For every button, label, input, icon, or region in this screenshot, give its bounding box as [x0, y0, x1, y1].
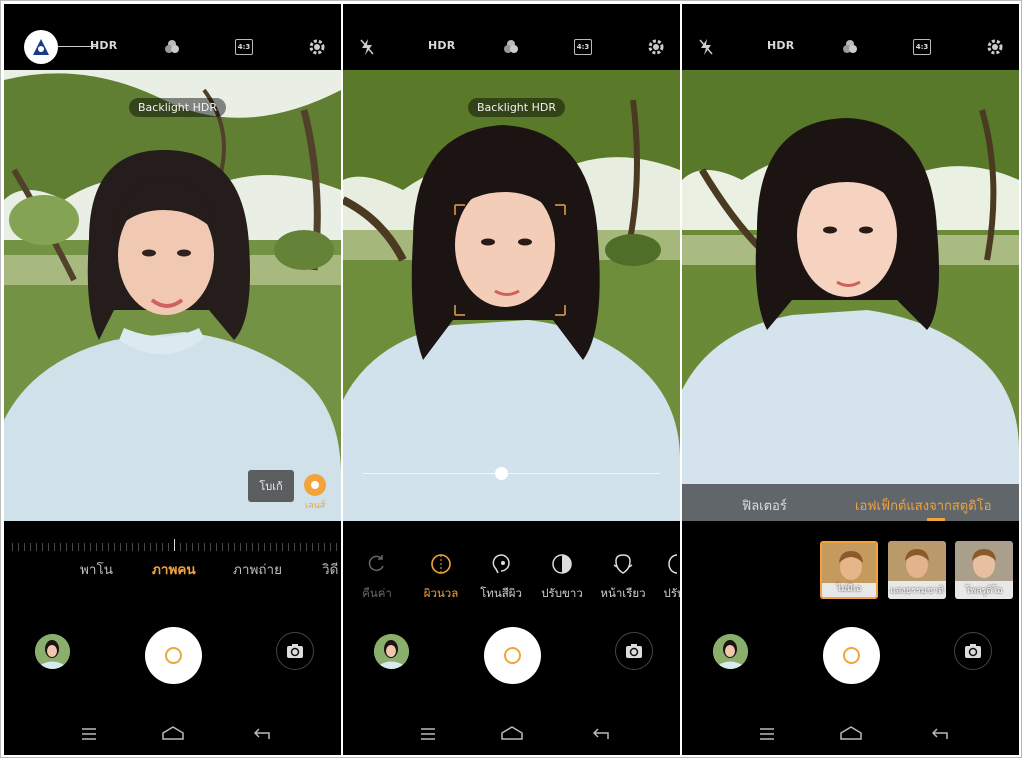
- zoom-ruler-marker: [174, 539, 175, 551]
- beauty-slim-face[interactable]: หน้าเรียว: [595, 551, 651, 603]
- system-nav-bar: [343, 721, 680, 747]
- aspect-ratio-label: 4:3: [235, 39, 253, 55]
- menu-icon[interactable]: [81, 725, 97, 744]
- flash-off-icon[interactable]: [695, 36, 717, 58]
- color-filter-icon[interactable]: [500, 36, 522, 58]
- aspect-ratio-icon[interactable]: 4:3: [572, 36, 594, 58]
- switch-camera-icon[interactable]: [276, 632, 314, 670]
- backlight-hdr-indicator: Backlight HDR: [129, 98, 226, 117]
- filter-thumb-studio-label: โพลรูดิโอ: [965, 586, 1003, 596]
- beauty-smooth-skin[interactable]: ผิวนวล: [413, 551, 469, 603]
- bottom-controls: พาโน ภาพคน ภาพถ่าย วิดี: [4, 521, 341, 755]
- filter-thumb-none-label: ไม่มีเอ: [836, 584, 862, 594]
- gallery-thumbnail[interactable]: [35, 634, 70, 669]
- skin-tone-icon: [473, 551, 529, 577]
- gallery-thumbnail[interactable]: [713, 634, 748, 669]
- filter-thumb-natural-light-label: แสงธรรมชาติ: [890, 586, 944, 596]
- back-icon[interactable]: [253, 725, 270, 744]
- lens-label: เลนส์: [305, 501, 326, 511]
- system-nav-bar: [682, 721, 1019, 747]
- beauty-skin-tone[interactable]: โทนสีผิว: [473, 551, 529, 603]
- camera-preview[interactable]: Backlight HDR โบเก้ เลนส์: [4, 70, 341, 521]
- beauty-skin-tone-label: โทนสีผิว: [480, 586, 522, 600]
- backlight-hdr-indicator: Backlight HDR: [468, 98, 565, 117]
- gear-icon[interactable]: [306, 36, 328, 58]
- shutter-button[interactable]: [823, 627, 880, 684]
- aspect-ratio-icon[interactable]: 4:3: [911, 36, 933, 58]
- color-filter-icon[interactable]: [839, 36, 861, 58]
- beauty-whiten[interactable]: ปรับขาว: [534, 551, 590, 603]
- tab-filters[interactable]: ฟิลเตอร์: [742, 495, 787, 516]
- beauty-slim-face-label: หน้าเรียว: [600, 586, 646, 600]
- menu-icon[interactable]: [759, 725, 775, 744]
- top-toolbar: HDR 4:3: [682, 4, 1019, 70]
- beauty-reshape[interactable]: ปรับรู: [649, 551, 680, 603]
- mode-video[interactable]: วิดี: [322, 558, 338, 580]
- smooth-skin-slider[interactable]: [363, 467, 660, 480]
- shutter-button[interactable]: [145, 627, 202, 684]
- camera-screen-beauty-settings: HDR 4:3 Backlight HDR คืนค่า ผิวนวล โทนส…: [343, 4, 680, 755]
- aspect-ratio-label: 4:3: [913, 39, 931, 55]
- bottom-controls: ไม่มีเอ แสงธรรมชาติ โพลรูดิโอ: [682, 521, 1019, 755]
- beauty-smooth-skin-label: ผิวนวล: [423, 586, 459, 600]
- slim-face-icon: [595, 551, 651, 577]
- color-filter-icon[interactable]: [161, 36, 183, 58]
- bottom-controls: คืนค่า ผิวนวล โทนสีผิว ปรับขาว หน้าเรียว…: [343, 521, 680, 755]
- camera-preview[interactable]: Backlight HDR: [343, 70, 680, 521]
- switch-camera-icon[interactable]: [954, 632, 992, 670]
- filter-thumb-none[interactable]: ไม่มีเอ: [820, 541, 878, 599]
- filter-tab-bar: ฟิลเตอร์ เอฟเฟ็กต์แสงจากสตูดิโอ: [682, 484, 1019, 521]
- shutter-button[interactable]: [484, 627, 541, 684]
- hdr-button[interactable]: HDR: [90, 39, 117, 52]
- beauty-whiten-label: ปรับขาว: [541, 586, 583, 600]
- lens-button[interactable]: [304, 474, 326, 496]
- camera-screen-studio-light-effects: HDR 4:3 ฟิลเตอร์ เอฟเฟ็กต์แสงจากสตูดิโอ …: [682, 4, 1019, 755]
- gear-icon[interactable]: [645, 36, 667, 58]
- tab-studio-light-effects[interactable]: เอฟเฟ็กต์แสงจากสตูดิโอ: [855, 495, 991, 516]
- gear-icon[interactable]: [984, 36, 1006, 58]
- hdr-button[interactable]: HDR: [767, 39, 794, 52]
- top-toolbar: HDR 4:3: [343, 4, 680, 70]
- back-icon[interactable]: [931, 725, 948, 744]
- mode-portrait[interactable]: ภาพคน: [152, 558, 196, 580]
- beauty-reset[interactable]: คืนค่า: [349, 551, 405, 603]
- switch-camera-icon[interactable]: [615, 632, 653, 670]
- app-logo: [24, 30, 58, 64]
- mode-panorama[interactable]: พาโน: [80, 558, 113, 580]
- home-icon[interactable]: [162, 725, 184, 744]
- system-nav-bar: [4, 721, 341, 747]
- portrait-bokeh-button[interactable]: โบเก้: [248, 470, 294, 502]
- whiten-icon: [534, 551, 590, 577]
- filter-thumb-studio[interactable]: โพลรูดิโอ: [955, 541, 1013, 599]
- smooth-skin-icon: [413, 551, 469, 577]
- gallery-thumbnail[interactable]: [374, 634, 409, 669]
- reshape-icon: [649, 551, 680, 577]
- camera-screen-portrait-mode: HDR 4:3 Backlight HDR โบเก้ เลนส์ พาโน ภ…: [4, 4, 341, 755]
- mode-photo[interactable]: ภาพถ่าย: [233, 558, 282, 580]
- home-icon[interactable]: [840, 725, 862, 744]
- portrait-bokeh-label: โบเก้: [259, 480, 283, 493]
- beauty-reset-label: คืนค่า: [362, 586, 392, 600]
- camera-preview[interactable]: ฟิลเตอร์ เอฟเฟ็กต์แสงจากสตูดิโอ: [682, 70, 1019, 521]
- aspect-ratio-icon[interactable]: 4:3: [233, 36, 255, 58]
- flash-off-icon[interactable]: [356, 36, 378, 58]
- filter-thumb-natural-light[interactable]: แสงธรรมชาติ: [888, 541, 946, 599]
- top-toolbar: HDR 4:3: [4, 4, 341, 70]
- reset-icon: [349, 551, 405, 577]
- menu-icon[interactable]: [420, 725, 436, 744]
- beauty-reshape-label: ปรับรู: [663, 586, 680, 600]
- slider-handle[interactable]: [495, 467, 508, 480]
- hdr-button[interactable]: HDR: [428, 39, 455, 52]
- aspect-ratio-label: 4:3: [574, 39, 592, 55]
- home-icon[interactable]: [501, 725, 523, 744]
- back-icon[interactable]: [592, 725, 609, 744]
